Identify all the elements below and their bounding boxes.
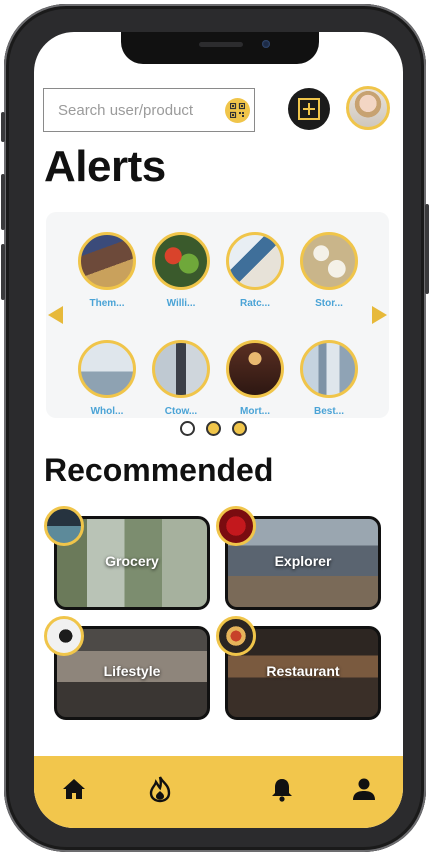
alert-item[interactable]: Best... bbox=[298, 340, 360, 424]
alert-item[interactable]: Ctow... bbox=[150, 340, 212, 424]
recommended-title: Recommended bbox=[44, 452, 274, 488]
volume-down-button bbox=[1, 244, 5, 300]
fire-icon[interactable] bbox=[145, 774, 175, 804]
carousel-prev-icon[interactable] bbox=[48, 306, 63, 324]
alert-label: Stor... bbox=[315, 298, 343, 309]
alert-label: Whol... bbox=[90, 406, 124, 417]
search-bar[interactable]: Search user/product bbox=[43, 88, 255, 132]
alert-item[interactable]: Whol... bbox=[76, 340, 138, 424]
alerts-title: Alerts bbox=[44, 142, 166, 191]
alert-item[interactable]: Them... bbox=[76, 232, 138, 316]
avatar[interactable] bbox=[346, 86, 390, 130]
page-dot[interactable] bbox=[232, 421, 247, 436]
alert-thumbnail bbox=[152, 340, 210, 398]
bottom-tab-bar bbox=[34, 756, 403, 828]
page-dot[interactable] bbox=[206, 421, 221, 436]
card-label: Restaurant bbox=[266, 663, 340, 679]
plus-icon bbox=[298, 98, 320, 120]
carousel-next-icon[interactable] bbox=[372, 306, 387, 324]
mute-switch bbox=[1, 112, 5, 142]
alert-label: Willi... bbox=[166, 298, 196, 309]
page-dot-active[interactable] bbox=[180, 421, 195, 436]
card-badge bbox=[44, 616, 84, 656]
alert-item[interactable]: Stor... bbox=[298, 232, 360, 316]
alert-thumbnail bbox=[226, 340, 284, 398]
power-button bbox=[425, 204, 429, 294]
card-badge bbox=[216, 506, 256, 546]
alert-item[interactable]: Mort... bbox=[224, 340, 286, 424]
alert-thumbnail bbox=[152, 232, 210, 290]
alert-label: Them... bbox=[89, 298, 125, 309]
alert-thumbnail bbox=[300, 340, 358, 398]
alert-thumbnail bbox=[300, 232, 358, 290]
user-icon[interactable] bbox=[349, 774, 379, 804]
card-label: Lifestyle bbox=[103, 663, 161, 679]
search-input[interactable]: Search user/product bbox=[58, 102, 193, 119]
qr-code-icon[interactable] bbox=[225, 98, 250, 123]
card-badge bbox=[216, 616, 256, 656]
card-label: Explorer bbox=[274, 553, 332, 569]
notch bbox=[121, 32, 319, 64]
alert-label: Ratc... bbox=[239, 298, 270, 309]
speaker bbox=[199, 42, 243, 47]
alert-item[interactable]: Willi... bbox=[150, 232, 212, 316]
volume-up-button bbox=[1, 174, 5, 230]
card-badge bbox=[44, 506, 84, 546]
alert-thumbnail bbox=[226, 232, 284, 290]
phone-frame: Search user/product Alerts Them... Willi… bbox=[1, 4, 429, 852]
card-label: Grocery bbox=[105, 553, 159, 569]
home-icon[interactable] bbox=[59, 774, 89, 804]
add-button[interactable] bbox=[288, 88, 330, 130]
bell-icon[interactable] bbox=[267, 774, 297, 804]
screen: Search user/product Alerts Them... Willi… bbox=[34, 32, 403, 828]
alert-thumbnail bbox=[78, 232, 136, 290]
alert-label: Ctow... bbox=[164, 406, 198, 417]
alert-label: Best... bbox=[313, 406, 344, 417]
alert-item[interactable]: Ratc... bbox=[224, 232, 286, 316]
alert-label: Mort... bbox=[240, 406, 270, 417]
front-camera bbox=[262, 40, 270, 48]
alert-thumbnail bbox=[78, 340, 136, 398]
